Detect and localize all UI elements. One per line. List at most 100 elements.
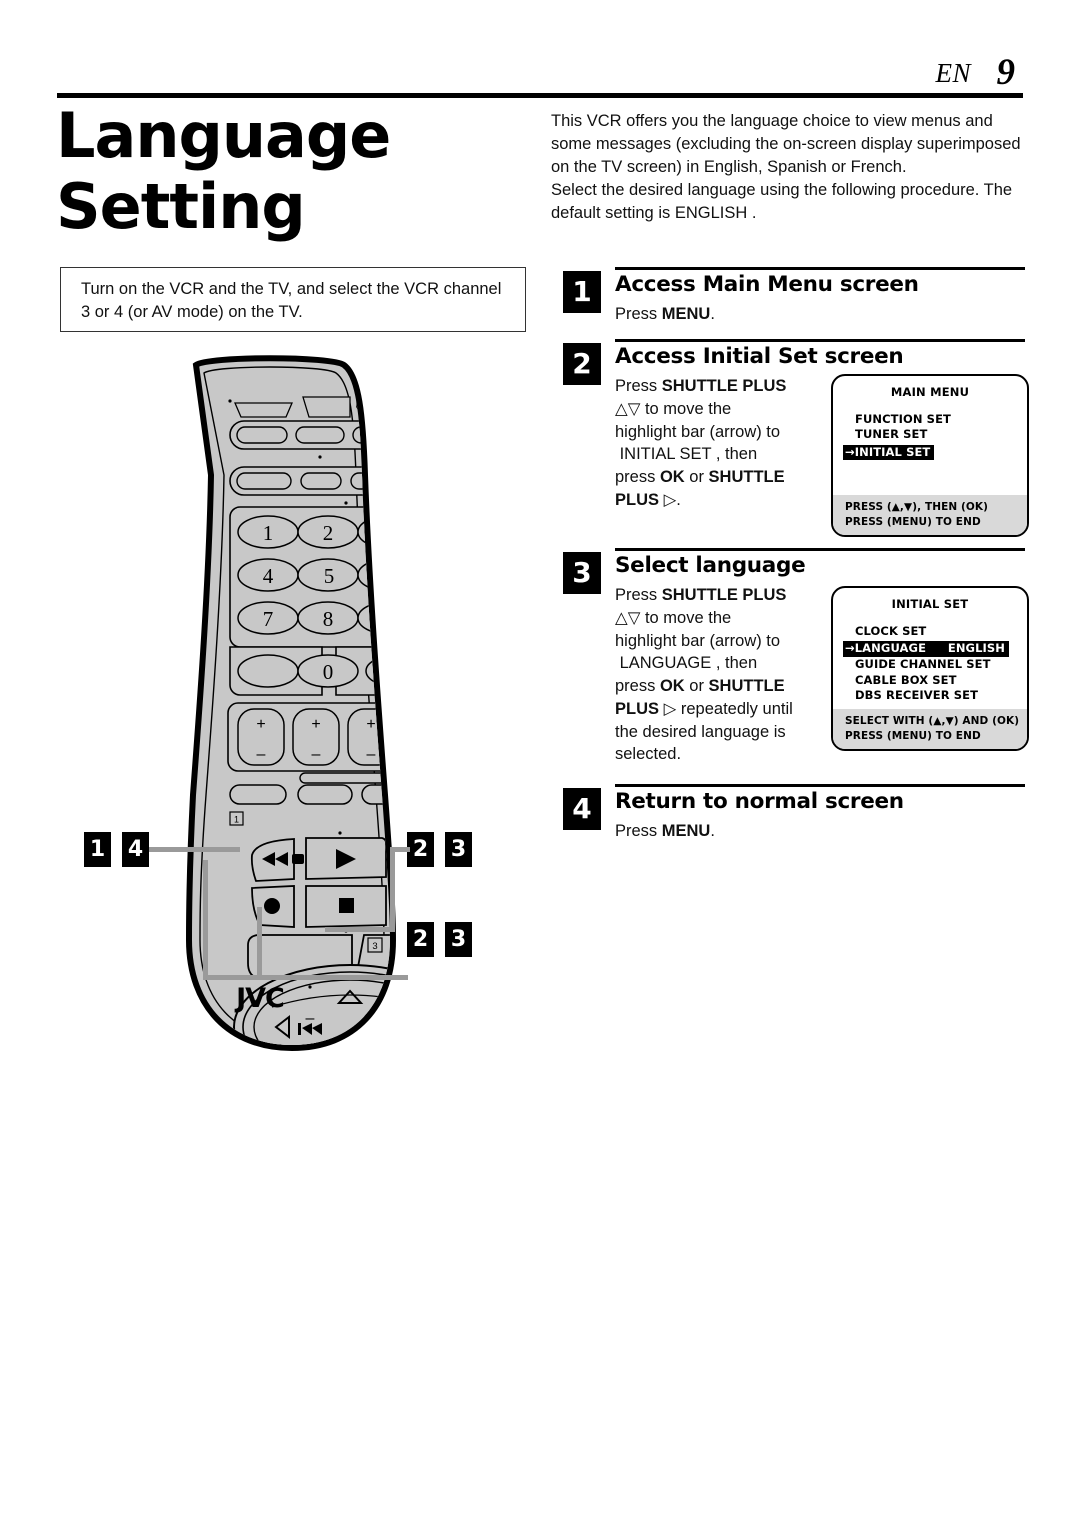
rewind-badge-icon	[292, 854, 304, 864]
shuttle-plus-keyword: SHUTTLE PLUS	[661, 586, 787, 604]
plus-keyword: PLUS	[615, 490, 660, 509]
prerequisite-text: Turn on the VCR and the TV, and select t…	[81, 280, 502, 322]
osd-item-guide-channel-set[interactable]: GUIDE CHANNEL SET	[855, 657, 1027, 672]
osd-footer-line-2: PRESS (MENU) TO END	[845, 515, 981, 528]
shuttle-right-icon	[411, 1017, 424, 1037]
flat-button-2[interactable]	[297, 784, 353, 805]
osd-item-initial-set[interactable]: →INITIAL SET	[843, 444, 935, 461]
step-body-line: PLUS ▷ repeatedly until	[615, 699, 793, 718]
keypad-digit-0: 0	[323, 660, 334, 684]
leader-line-lower-vert-b	[257, 907, 262, 977]
leader-line-2-3-vert	[390, 847, 395, 932]
plus-keyword: PLUS	[615, 699, 660, 718]
ok-keyword: OK	[659, 468, 685, 487]
prerequisite-box: Turn on the VCR and the TV, and select t…	[60, 267, 526, 332]
osd-item-language[interactable]: →LANGUAGE ENGLISH	[843, 641, 1009, 657]
function-button-4[interactable]	[401, 473, 453, 489]
osd-item-tuner-set[interactable]: TUNER SET	[855, 427, 1027, 442]
step-body-prefix: Press	[615, 305, 662, 323]
step-body-line: press OK or SHUTTLE	[615, 677, 785, 696]
flat-button-4[interactable]	[426, 785, 480, 804]
step-body-line: press OK or SHUTTLE	[615, 468, 785, 487]
leader-line-1-4	[149, 847, 240, 852]
marker-label-1: 1	[234, 815, 239, 825]
osd-footer-line-2: PRESS (MENU) TO END	[845, 729, 981, 742]
pause-icon-right	[422, 898, 427, 914]
osd-title: MAIN MENU	[890, 385, 970, 399]
jvc-brand-logo: JVC	[236, 983, 285, 1014]
ok-keyword: OK	[659, 677, 685, 696]
step-number-badge: 1	[563, 271, 601, 313]
step-body: Press SHUTTLE PLUS △▽ to move the highli…	[615, 584, 827, 766]
keypad-digit-9: 9	[383, 607, 394, 631]
step-body-line: LANGUAGE , then	[615, 654, 758, 673]
osd-item-initial-set-row[interactable]: →INITIAL SET	[843, 443, 1027, 461]
selection-arrow-icon: →	[845, 641, 855, 656]
marker-box-2	[430, 552, 443, 565]
osd-item-dbs-receiver-set[interactable]: DBS RECEIVER SET	[855, 688, 1027, 703]
power-button[interactable]	[424, 427, 452, 441]
marker-box-4	[436, 668, 449, 681]
osd-footer: PRESS (▲,▼), THEN (OK) PRESS (MENU) TO E…	[833, 495, 1027, 535]
callout-chip-3-lower: 3	[445, 922, 472, 957]
shuttle-down-icon	[339, 1051, 361, 1063]
step-body: Press SHUTTLE PLUS △▽ to move the highli…	[615, 375, 827, 512]
shuttle-keyword: SHUTTLE	[708, 468, 785, 487]
record-icon	[264, 898, 280, 914]
power-button-group	[418, 413, 458, 451]
step-body-line: highlight bar (arrow) to	[615, 422, 781, 441]
step-title: Return to normal screen	[615, 789, 904, 814]
skip-fwd-icon-2	[378, 1023, 388, 1035]
step-title: Select language	[615, 553, 806, 578]
shuttle-keyword: SHUTTLE	[708, 677, 785, 696]
device-button-2[interactable]	[295, 426, 345, 444]
function-button-1[interactable]	[236, 472, 292, 490]
step-body: Press MENU.	[615, 820, 715, 843]
step-body-line: Press SHUTTLE PLUS	[615, 377, 787, 395]
osd-item-function-set[interactable]: FUNCTION SET	[855, 412, 1027, 427]
leader-line-lower-horiz	[203, 975, 408, 980]
stop-icon	[339, 898, 354, 913]
pause-button[interactable]	[398, 886, 436, 927]
rocker-button-4[interactable]	[403, 709, 449, 765]
osd-item-list: CLOCK SET →LANGUAGE ENGLISH GUIDE CHANNEL…	[833, 611, 1027, 704]
keypad-button-9[interactable]	[357, 601, 418, 635]
function-button-2[interactable]	[300, 472, 342, 490]
keypad-button-extra[interactable]	[237, 654, 299, 688]
selection-arrow-icon: →	[845, 444, 855, 459]
rocker-minus-1: –	[257, 746, 266, 763]
rocker-plus-3: +	[366, 716, 375, 733]
step-body-line: selected.	[615, 745, 682, 764]
flat-button-1[interactable]	[229, 784, 287, 805]
keypad-digit-5: 5	[324, 564, 335, 588]
rocker-minus-3: –	[367, 746, 376, 763]
page-number: 9	[996, 52, 1016, 93]
flat-button-3[interactable]	[361, 784, 416, 805]
osd-footer-line-1: SELECT WITH (▲,▼) AND (OK)	[845, 715, 1020, 728]
keypad-digit-1: 1	[263, 521, 274, 545]
device-button-1[interactable]	[236, 426, 288, 444]
rocker-plus-1: +	[256, 716, 265, 733]
osd-title: INITIAL SET	[891, 597, 969, 611]
step-body-line: INITIAL SET , then	[615, 445, 758, 464]
osd-item-label: INITIAL SET	[854, 444, 931, 459]
leader-line-2-3-horiz	[325, 927, 395, 932]
step-body: Press MENU.	[615, 303, 715, 326]
step-number-badge: 2	[563, 343, 601, 385]
step-divider	[615, 548, 1025, 551]
callout-chip-2-upper: 2	[407, 832, 434, 867]
step-number-badge: 3	[563, 552, 601, 594]
osd-footer: SELECT WITH (▲,▼) AND (OK) PRESS (MENU) …	[833, 709, 1027, 749]
callout-chip-4: 4	[122, 832, 149, 867]
leader-line-lower-vert-a	[203, 860, 208, 980]
function-button-3[interactable]	[350, 472, 391, 490]
callout-chip-2-lower: 2	[407, 922, 434, 957]
osd-item-cable-box-set[interactable]: CABLE BOX SET	[855, 673, 1027, 688]
osd-item-clock-set[interactable]: CLOCK SET	[855, 624, 1027, 639]
osd-item-language-row[interactable]: →LANGUAGE ENGLISH	[843, 639, 1027, 657]
language-code-label: EN	[935, 58, 971, 88]
rocker-plus-4: +	[421, 716, 430, 733]
rocker-minus-4: –	[422, 746, 431, 763]
skip-fwd-bar	[399, 1023, 402, 1035]
step-title: Access Initial Set screen	[615, 344, 904, 369]
